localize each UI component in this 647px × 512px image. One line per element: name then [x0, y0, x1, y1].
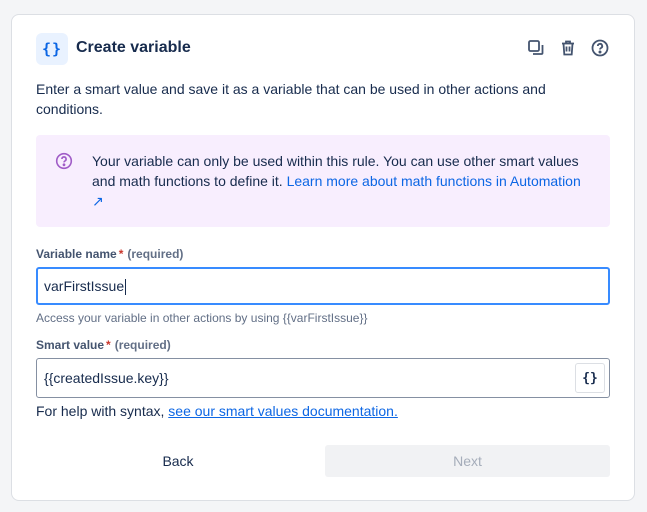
info-banner: Your variable can only be used within th… [36, 135, 610, 227]
help-icon[interactable] [590, 38, 610, 58]
info-help-icon [55, 152, 73, 170]
header-actions [526, 38, 610, 58]
panel-header: {} Create variable [36, 33, 610, 65]
smart-value-text: {{createdIssue.key}} [44, 370, 169, 386]
variable-name-input[interactable]: varFirstIssue [36, 267, 610, 305]
required-mark: * [106, 338, 111, 352]
back-button[interactable]: Back [36, 445, 320, 477]
variable-name-label-text: Variable name [36, 247, 117, 261]
variable-name-value: varFirstIssue [44, 278, 125, 294]
duplicate-icon[interactable] [526, 38, 546, 58]
panel-description: Enter a smart value and save it as a var… [36, 81, 546, 117]
syntax-help-text: For help with syntax, [36, 403, 169, 419]
trash-icon[interactable] [558, 38, 578, 58]
required-text: (required) [114, 338, 171, 352]
create-variable-panel: {} Create variable Enter a smart value a… [11, 14, 635, 501]
next-button[interactable]: Next [325, 445, 610, 477]
smart-values-docs-link[interactable]: see our smart values documentation. [168, 403, 398, 419]
panel-title: Create variable [76, 39, 191, 56]
smart-value-label-text: Smart value [36, 338, 105, 352]
smart-value-label: Smart value * (required) [36, 338, 171, 352]
insert-smart-value-button[interactable]: {} [575, 363, 605, 393]
variable-name-label: Variable name * (required) [36, 247, 183, 261]
text-caret [125, 279, 127, 296]
variable-name-help: Access your variable in other actions by… [36, 311, 368, 325]
required-text: (required) [127, 247, 184, 261]
info-text: Your variable can only be used within th… [92, 151, 592, 211]
required-mark: * [118, 247, 124, 261]
variable-icon: {} [36, 33, 68, 65]
syntax-help: For help with syntax, see our smart valu… [36, 403, 398, 419]
smart-value-input[interactable]: {{createdIssue.key}} {} [36, 358, 610, 398]
